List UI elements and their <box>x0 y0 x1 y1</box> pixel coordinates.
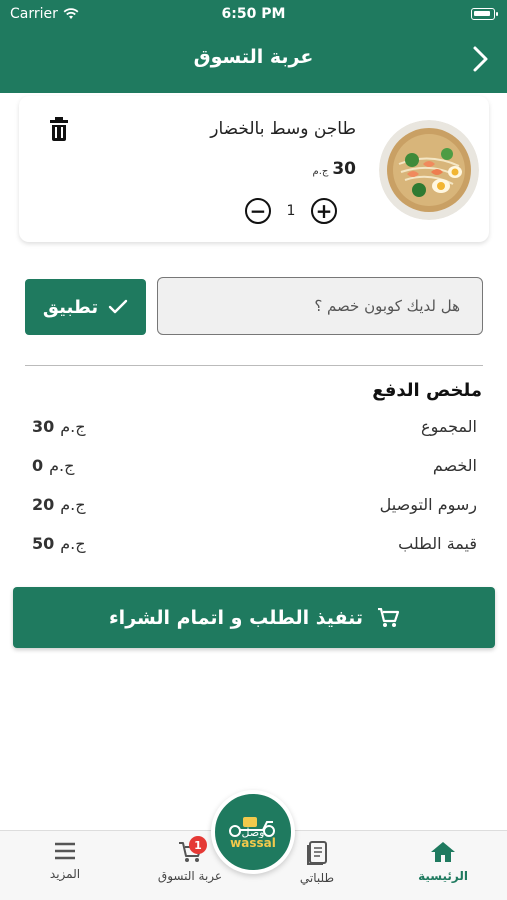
delivery-scooter-logo: وصل <box>229 817 275 838</box>
tab-more[interactable]: المزيد <box>15 841 115 881</box>
tab-label: طلباتي <box>299 871 335 885</box>
cart-item-card: طاجن وسط بالخضار 30 ج.م − 1 + <box>19 96 489 242</box>
app-header: Carrier 6:50 PM عربة التسوق <box>0 0 507 93</box>
coupon-input[interactable] <box>157 277 483 335</box>
quantity-value: 1 <box>286 203 296 219</box>
quantity-stepper: − 1 + <box>245 198 337 224</box>
tab-label: عربة التسوق <box>157 869 223 883</box>
summary-value: ج.م 50 <box>32 534 86 553</box>
item-price-currency: ج.م <box>312 166 329 177</box>
apply-coupon-button[interactable]: تطبيق <box>25 279 146 335</box>
summary-row-delivery: ج.م 20 رسوم التوصيل <box>32 492 477 516</box>
summary-row-discount: ج.م 0 الخصم <box>32 453 477 477</box>
summary-value: ج.م 0 <box>32 456 74 475</box>
menu-icon <box>55 842 75 860</box>
summary-label: المجموع <box>421 416 477 436</box>
orders-icon <box>307 841 327 865</box>
tab-label: الرئيسية <box>418 869 468 883</box>
checkmark-icon <box>108 299 128 314</box>
logo-text: wassal <box>230 836 276 850</box>
item-name: طاجن وسط بالخضار <box>210 119 356 139</box>
food-image <box>379 120 479 220</box>
summary-amount: 0 <box>32 455 44 475</box>
summary-label: رسوم التوصيل <box>379 494 477 514</box>
checkout-button[interactable]: تنفيذ الطلب و اتمام الشراء <box>13 587 495 648</box>
status-time: 6:50 PM <box>221 6 286 22</box>
tab-label: المزيد <box>49 867 81 881</box>
cart-icon <box>378 607 400 627</box>
payment-summary-title: ملخص الدفع <box>372 380 482 401</box>
back-chevron-icon[interactable] <box>469 44 493 74</box>
summary-amount: 30 <box>32 416 55 436</box>
summary-label: قيمة الطلب <box>398 533 477 553</box>
battery-icon <box>471 8 498 20</box>
summary-value: ج.م 20 <box>32 495 86 514</box>
decrease-quantity-button[interactable]: − <box>245 198 271 224</box>
item-price: 30 ج.م <box>313 159 357 179</box>
apply-button-label: تطبيق <box>42 296 99 318</box>
wassal-logo-button[interactable]: وصل wassal <box>211 790 295 874</box>
summary-amount: 50 <box>32 533 55 553</box>
summary-currency: ج.م <box>49 455 75 475</box>
tab-home[interactable]: الرئيسية <box>393 841 493 883</box>
summary-amount: 20 <box>32 494 55 514</box>
page-title: عربة التسوق <box>193 46 314 68</box>
summary-label: الخصم <box>432 455 477 475</box>
summary-currency: ج.م <box>60 494 86 514</box>
summary-currency: ج.م <box>60 533 86 553</box>
summary-value: ج.م 30 <box>32 417 86 436</box>
checkout-label: تنفيذ الطلب و اتمام الشراء <box>108 606 364 629</box>
summary-row-total: ج.م 30 المجموع <box>32 414 477 438</box>
summary-row-order-value: ج.م 50 قيمة الطلب <box>32 531 477 555</box>
trash-icon[interactable] <box>49 117 69 141</box>
summary-currency: ج.م <box>60 416 86 436</box>
status-bar: Carrier 6:50 PM <box>0 4 507 24</box>
home-icon <box>431 842 455 862</box>
cart-badge: 1 <box>189 836 207 854</box>
increase-quantity-button[interactable]: + <box>311 198 337 224</box>
divider <box>25 365 483 366</box>
item-price-value: 30 <box>332 159 356 179</box>
